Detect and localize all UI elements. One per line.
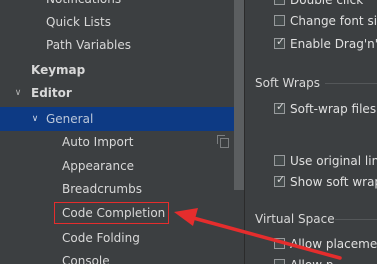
tree-item-quick-lists[interactable]: Quick Lists <box>0 11 234 34</box>
settings-detail-pane: Double click Change font siz ✓ Enable Dr… <box>245 0 377 264</box>
checkbox-label: Enable Drag'n'D <box>290 37 377 51</box>
tree-item-keymap[interactable]: Keymap <box>0 59 234 82</box>
checkbox-label: Soft-wrap files: <box>290 102 377 116</box>
annotation-highlight-box <box>54 202 169 224</box>
tree-item-path-variables[interactable]: Path Variables <box>0 34 234 57</box>
section-divider <box>325 83 377 84</box>
checkbox-box[interactable] <box>274 15 285 26</box>
tree-item-general[interactable]: ∨ General <box>0 107 234 131</box>
checkmark-icon: ✓ <box>276 35 286 48</box>
checkbox-label: Double click <box>290 0 364 7</box>
tree-item-console[interactable]: Console <box>0 250 234 264</box>
checkbox-label: Allow p <box>290 256 333 264</box>
tree-item-label: Auto Import <box>62 135 134 149</box>
chevron-down-icon[interactable]: ∨ <box>30 107 40 131</box>
tree-item-breadcrumbs[interactable]: Breadcrumbs <box>0 178 234 201</box>
tree-item-label: Notifications <box>46 0 121 11</box>
chevron-down-icon[interactable]: ∨ <box>13 82 23 105</box>
checkmark-icon: ✓ <box>276 173 286 186</box>
checkbox-label: Show soft wrap <box>290 175 377 189</box>
settings-tree: Notifications Quick Lists Path Variables… <box>0 0 244 264</box>
section-title-soft-wraps: Soft Wraps <box>255 76 320 90</box>
copy-icon <box>217 135 229 148</box>
tree-item-label: Editor <box>31 86 72 100</box>
tree-item-auto-import[interactable]: Auto Import <box>0 131 234 154</box>
tree-item-label: Code Folding <box>62 231 140 245</box>
checkbox-label: Allow placemen <box>290 237 377 251</box>
tree-item-label: Path Variables <box>46 38 132 52</box>
tree-item-editor[interactable]: ∨ Editor <box>0 82 234 105</box>
checkbox-label: Use original lin <box>290 154 377 168</box>
section-divider <box>335 219 377 220</box>
tree-item-label: Appearance <box>62 159 135 173</box>
tree-item-label: Keymap <box>31 63 86 77</box>
checkmark-icon: ✓ <box>276 100 286 113</box>
tree-item-label: Console <box>62 254 110 264</box>
tree-item-appearance[interactable]: Appearance <box>0 155 234 178</box>
tree-item-label: General <box>46 112 94 126</box>
checkbox-label: Change font siz <box>290 14 377 28</box>
tree-scrollbar[interactable] <box>234 0 244 190</box>
checkbox-box[interactable]: ✓ <box>274 35 286 49</box>
tree-item-code-folding[interactable]: Code Folding <box>0 227 234 250</box>
tree-item-label: Quick Lists <box>46 15 111 29</box>
checkbox-box[interactable] <box>274 155 285 166</box>
checkbox-box[interactable] <box>274 259 285 264</box>
checkbox-box[interactable] <box>274 0 285 5</box>
checkbox-box[interactable]: ✓ <box>274 100 286 114</box>
checkbox-box[interactable]: ✓ <box>274 173 286 187</box>
tree-item-notifications[interactable]: Notifications <box>0 0 234 11</box>
checkbox-box[interactable] <box>274 238 285 249</box>
tree-item-label: Breadcrumbs <box>62 182 142 196</box>
section-title-virtual-space: Virtual Space <box>255 212 335 226</box>
